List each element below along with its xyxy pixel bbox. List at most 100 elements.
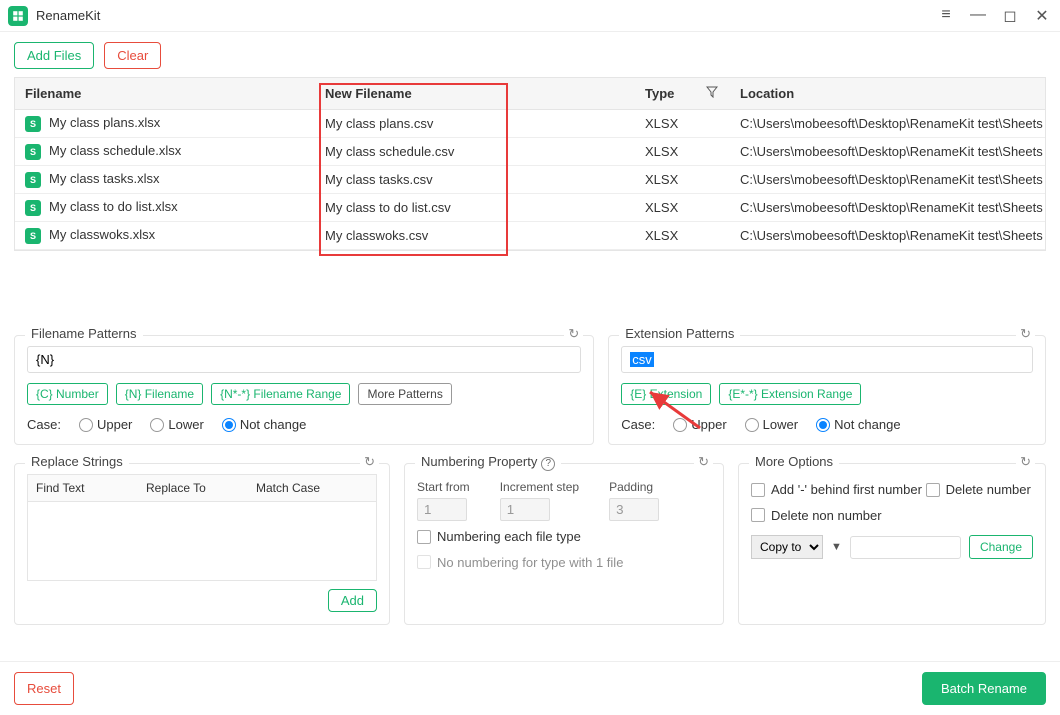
refresh-icon[interactable]: ↻ <box>564 326 583 342</box>
th-replace-to: Replace To <box>138 475 248 501</box>
cell-new-filename: My classwoks.csv <box>315 224 635 247</box>
add-files-button[interactable]: Add Files <box>14 42 94 69</box>
app-title: RenameKit <box>36 8 936 23</box>
cell-type: XLSX <box>635 168 730 191</box>
cell-new-filename: My class to do list.csv <box>315 196 635 219</box>
cell-new-filename: My class schedule.csv <box>315 140 635 163</box>
chip-filename-range[interactable]: {N*-*} Filename Range <box>211 383 350 405</box>
copy-to-path-input[interactable] <box>850 536 961 559</box>
numbering-each-filetype-checkbox[interactable]: Numbering each file type <box>417 529 581 544</box>
close-icon[interactable]: ✕ <box>1032 6 1052 26</box>
increment-label: Increment step <box>500 480 579 494</box>
replace-table: Find Text Replace To Match Case <box>27 474 377 581</box>
replace-strings-title: Replace Strings <box>25 454 129 469</box>
cell-type: XLSX <box>635 140 730 163</box>
delete-non-number-checkbox[interactable]: Delete non number <box>751 508 882 523</box>
extension-patterns-panel: Extension Patterns ↻ csv {E} Extension {… <box>608 335 1046 445</box>
increment-input[interactable] <box>500 498 550 521</box>
chip-e-extension[interactable]: {E} Extension <box>621 383 711 405</box>
table-row[interactable]: SMy class plans.xlsxMy class plans.csvXL… <box>15 110 1045 138</box>
th-find-text: Find Text <box>28 475 138 501</box>
copy-to-select[interactable]: Copy to <box>751 535 823 559</box>
ext-case-upper-radio[interactable]: Upper <box>673 417 726 432</box>
th-match-case: Match Case <box>248 475 376 501</box>
table-row[interactable]: SMy class schedule.xlsxMy class schedule… <box>15 138 1045 166</box>
cell-filename: SMy classwoks.xlsx <box>15 223 315 248</box>
case-upper-radio[interactable]: Upper <box>79 417 132 432</box>
start-from-input[interactable] <box>417 498 467 521</box>
no-numbering-single-checkbox[interactable]: No numbering for type with 1 file <box>417 555 623 570</box>
xlsx-file-icon: S <box>25 116 41 132</box>
cell-location: C:\Users\mobeesoft\Desktop\RenameKit tes… <box>730 140 1045 163</box>
replace-body[interactable] <box>28 502 376 580</box>
add-dash-checkbox[interactable]: Add '-' behind first number <box>751 482 922 497</box>
change-button[interactable]: Change <box>969 535 1033 559</box>
replace-strings-panel: Replace Strings ↻ Find Text Replace To M… <box>14 463 390 625</box>
extension-pattern-input[interactable]: csv <box>621 346 1033 373</box>
chip-extension-range[interactable]: {E*-*} Extension Range <box>719 383 861 405</box>
more-options-panel: More Options ↻ Add '-' behind first numb… <box>738 463 1046 625</box>
chip-c-number[interactable]: {C} Number <box>27 383 108 405</box>
cell-type: XLSX <box>635 196 730 219</box>
cell-type: XLSX <box>635 224 730 247</box>
cell-location: C:\Users\mobeesoft\Desktop\RenameKit tes… <box>730 112 1045 135</box>
ext-case-lower-radio[interactable]: Lower <box>745 417 798 432</box>
table-row[interactable]: SMy class tasks.xlsxMy class tasks.csvXL… <box>15 166 1045 194</box>
numbering-title: Numbering Property? <box>415 454 561 471</box>
minimize-icon[interactable]: — <box>968 6 988 26</box>
cell-type: XLSX <box>635 112 730 135</box>
th-filename[interactable]: Filename <box>15 78 315 109</box>
th-location[interactable]: Location <box>730 78 1045 109</box>
xlsx-file-icon: S <box>25 172 41 188</box>
table-row[interactable]: SMy class to do list.xlsxMy class to do … <box>15 194 1045 222</box>
toolbar: Add Files Clear <box>0 32 1060 77</box>
case-lower-radio[interactable]: Lower <box>150 417 203 432</box>
cell-filename: SMy class tasks.xlsx <box>15 167 315 192</box>
th-new-filename[interactable]: New Filename <box>315 78 635 109</box>
ext-case-notchange-radio[interactable]: Not change <box>816 417 901 432</box>
padding-label: Padding <box>609 480 659 494</box>
cell-filename: SMy class schedule.xlsx <box>15 139 315 164</box>
case-notchange-radio[interactable]: Not change <box>222 417 307 432</box>
refresh-icon[interactable]: ↻ <box>1016 454 1035 470</box>
cell-location: C:\Users\mobeesoft\Desktop\RenameKit tes… <box>730 196 1045 219</box>
refresh-icon[interactable]: ↻ <box>1016 326 1035 342</box>
help-icon[interactable]: ? <box>541 457 555 471</box>
clear-button[interactable]: Clear <box>104 42 161 69</box>
chip-more-patterns[interactable]: More Patterns <box>358 383 451 405</box>
refresh-icon[interactable]: ↻ <box>360 454 379 470</box>
batch-rename-button[interactable]: Batch Rename <box>922 672 1046 705</box>
app-icon <box>8 6 28 26</box>
cell-location: C:\Users\mobeesoft\Desktop\RenameKit tes… <box>730 168 1045 191</box>
refresh-icon[interactable]: ↻ <box>694 454 713 470</box>
reset-button[interactable]: Reset <box>14 672 74 705</box>
menu-icon[interactable]: ≡ <box>936 6 956 26</box>
numbering-property-panel: Numbering Property? ↻ Start from Increme… <box>404 463 724 625</box>
filename-patterns-panel: Filename Patterns ↻ {C} Number {N} Filen… <box>14 335 594 445</box>
th-type[interactable]: Type <box>635 78 730 109</box>
footer: Reset Batch Rename <box>0 661 1060 715</box>
padding-input[interactable] <box>609 498 659 521</box>
start-from-label: Start from <box>417 480 470 494</box>
table-row[interactable]: SMy classwoks.xlsxMy classwoks.csvXLSXC:… <box>15 222 1045 250</box>
xlsx-file-icon: S <box>25 228 41 244</box>
cell-new-filename: My class plans.csv <box>315 112 635 135</box>
cell-new-filename: My class tasks.csv <box>315 168 635 191</box>
file-table: Filename New Filename Type Location SMy … <box>14 77 1046 251</box>
replace-add-button[interactable]: Add <box>328 589 377 612</box>
filter-icon[interactable] <box>706 86 718 101</box>
chip-n-filename[interactable]: {N} Filename <box>116 383 203 405</box>
filename-pattern-input[interactable] <box>27 346 581 373</box>
table-header: Filename New Filename Type Location <box>15 78 1045 110</box>
delete-number-checkbox[interactable]: Delete number <box>926 482 1031 497</box>
maximize-icon[interactable]: ◻ <box>1000 6 1020 26</box>
cell-location: C:\Users\mobeesoft\Desktop\RenameKit tes… <box>730 224 1045 247</box>
cell-filename: SMy class plans.xlsx <box>15 111 315 136</box>
case-label: Case: <box>27 417 61 432</box>
more-options-title: More Options <box>749 454 839 469</box>
xlsx-file-icon: S <box>25 144 41 160</box>
extension-patterns-title: Extension Patterns <box>619 326 740 341</box>
case-label: Case: <box>621 417 655 432</box>
xlsx-file-icon: S <box>25 200 41 216</box>
titlebar: RenameKit ≡ — ◻ ✕ <box>0 0 1060 32</box>
